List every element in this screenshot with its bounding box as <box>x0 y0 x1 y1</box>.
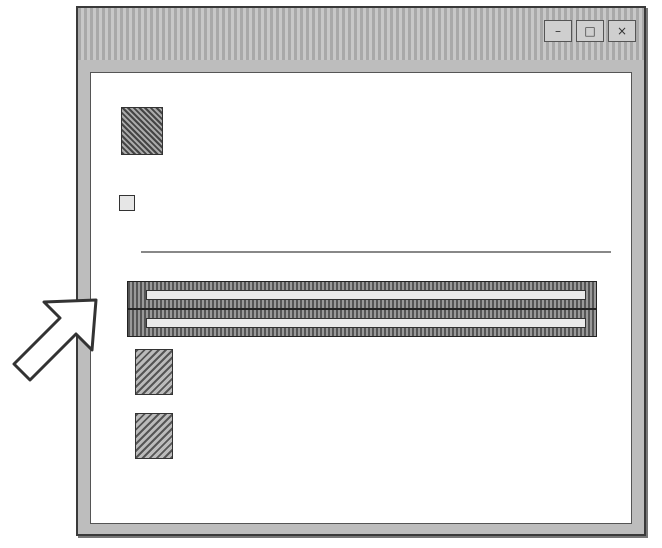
option-checkbox[interactable] <box>119 195 135 211</box>
close-button[interactable]: × <box>608 20 636 42</box>
app-icon <box>121 107 163 155</box>
list-row-field <box>146 318 586 328</box>
window-controls: – □ × <box>544 20 636 42</box>
minimize-button[interactable]: – <box>544 20 572 42</box>
option-checkbox-row[interactable] <box>119 195 141 211</box>
list-row-selected[interactable] <box>127 309 597 337</box>
group-divider <box>141 251 611 253</box>
title-bar[interactable]: – □ × <box>78 8 644 60</box>
file-list-item[interactable] <box>135 349 185 395</box>
file-list-item[interactable] <box>135 413 185 459</box>
list-row-selected[interactable] <box>127 281 597 309</box>
arrow-icon <box>12 298 98 382</box>
list-row-field <box>146 290 586 300</box>
document-icon <box>135 349 173 395</box>
dialog-content <box>90 72 632 524</box>
maximize-button[interactable]: □ <box>576 20 604 42</box>
document-icon <box>135 413 173 459</box>
group-header <box>131 251 611 253</box>
dialog-window: – □ × <box>76 6 646 536</box>
